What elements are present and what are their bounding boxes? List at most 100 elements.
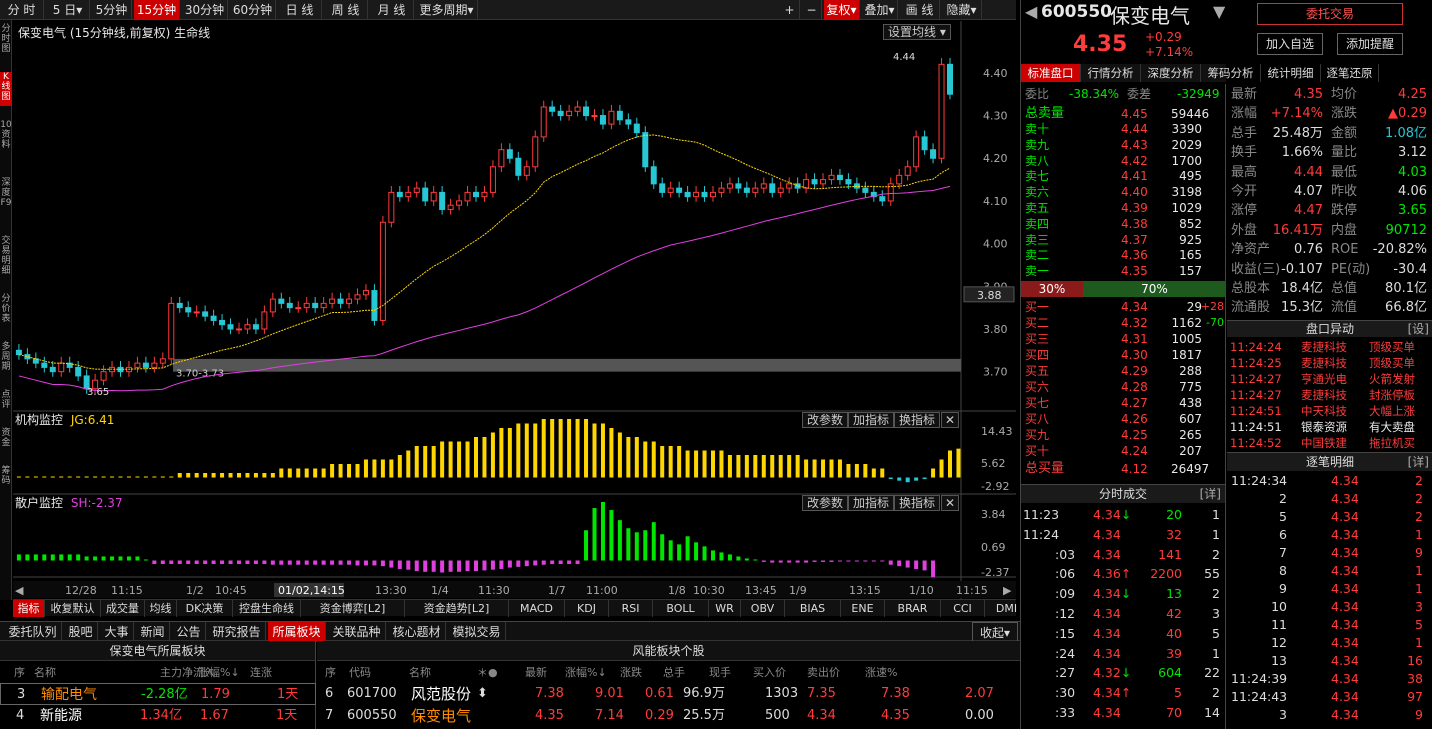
scroll-left-icon[interactable]: ◀ bbox=[15, 584, 24, 597]
left-tab-3[interactable]: 深度F9 bbox=[0, 178, 12, 222]
indicator-tab-12[interactable]: WR bbox=[709, 600, 741, 617]
period-tab-8[interactable]: 月 线 bbox=[370, 0, 414, 20]
sh-close-icon[interactable]: ✕ bbox=[941, 495, 960, 511]
period-tab-0[interactable]: 分 时 bbox=[0, 0, 44, 20]
indicator-tab-14[interactable]: BIAS bbox=[785, 600, 841, 617]
period-tab-2[interactable]: 5分钟 bbox=[92, 0, 132, 20]
indicator-tab-1[interactable]: 收复默认 bbox=[45, 600, 101, 617]
info-tab-2[interactable]: 大事 bbox=[100, 622, 134, 642]
detail-tab-5[interactable]: 逐笔还原 bbox=[1321, 64, 1379, 82]
toolbar-right-3[interactable]: 叠加▾ bbox=[862, 0, 898, 20]
ask-row[interactable]: 卖七 4.41 495 bbox=[1021, 168, 1226, 184]
sector-row[interactable]: 3 输配电气 -2.28亿 1.79 1天 bbox=[0, 683, 316, 705]
detail-tab-2[interactable]: 深度分析 bbox=[1141, 64, 1201, 82]
ask-row[interactable]: 卖八 4.42 1700 bbox=[1021, 153, 1226, 169]
jg-add-indicator-button[interactable]: 加指标 bbox=[848, 412, 895, 428]
pankou-row[interactable]: 11:24:51 银泰资源 有大卖盘 bbox=[1227, 419, 1432, 435]
indicator-tab-2[interactable]: 成交量 bbox=[101, 600, 145, 617]
indicator-tab-15[interactable]: ENE bbox=[841, 600, 885, 617]
info-tab-4[interactable]: 公告 bbox=[172, 622, 206, 642]
indicator-tab-6[interactable]: 资金博弈[L2] bbox=[301, 600, 405, 617]
collapse-button[interactable]: 收起▾ bbox=[972, 622, 1018, 642]
add-alert-button[interactable]: 添加提醒 bbox=[1337, 33, 1403, 55]
info-tab-3[interactable]: 新闻 bbox=[136, 622, 170, 642]
pankou-row[interactable]: 11:24:27 亨通光电 火箭发射 bbox=[1227, 371, 1432, 387]
bid-row[interactable]: 买十 4.24 207 bbox=[1021, 443, 1226, 459]
bid-row[interactable]: 买六 4.28 775 bbox=[1021, 379, 1226, 395]
ask-row[interactable]: 卖一 4.35 157 bbox=[1021, 263, 1226, 279]
pankou-row[interactable]: 11:24:24 麦捷科技 顶级买单 bbox=[1227, 339, 1432, 355]
pankou-settings-link[interactable]: [设] bbox=[1408, 321, 1429, 337]
period-tab-3[interactable]: 15分钟 bbox=[134, 0, 180, 20]
period-tab-7[interactable]: 周 线 bbox=[324, 0, 368, 20]
period-tab-4[interactable]: 30分钟 bbox=[182, 0, 228, 20]
next-stock-icon[interactable]: ▼ bbox=[1213, 2, 1225, 21]
info-tab-9[interactable]: 模拟交易 bbox=[448, 622, 506, 642]
ask-row[interactable]: 卖二 4.36 165 bbox=[1021, 247, 1226, 263]
info-tab-5[interactable]: 研究报告 bbox=[208, 622, 266, 642]
bid-row[interactable]: 买一 4.34 29 +28 bbox=[1021, 299, 1226, 315]
indicator-tab-17[interactable]: CCI bbox=[941, 600, 985, 617]
toolbar-right-0[interactable]: + bbox=[780, 0, 800, 20]
bid-row[interactable]: 买二 4.32 1162 -70 bbox=[1021, 315, 1226, 331]
bid-row[interactable]: 买九 4.25 265 bbox=[1021, 427, 1226, 443]
toolbar-right-1[interactable]: − bbox=[802, 0, 822, 20]
indicator-tab-4[interactable]: DK决策 bbox=[177, 600, 233, 617]
period-tab-1[interactable]: 5 日▾ bbox=[46, 0, 90, 20]
left-tab-5[interactable]: 分价表 bbox=[0, 294, 12, 328]
info-tab-7[interactable]: 关联品种 bbox=[328, 622, 386, 642]
detail-tab-3[interactable]: 筹码分析 bbox=[1201, 64, 1261, 82]
indicator-tab-5[interactable]: 控盘生命线 bbox=[233, 600, 301, 617]
indicator-tab-13[interactable]: OBV bbox=[741, 600, 785, 617]
jg-edit-params-button[interactable]: 改参数 bbox=[802, 412, 849, 428]
toolbar-right-4[interactable]: 画 线 bbox=[900, 0, 940, 20]
bid-row[interactable]: 买七 4.27 438 bbox=[1021, 395, 1226, 411]
info-tab-6[interactable]: 所属板块 bbox=[268, 622, 326, 642]
sh-switch-indicator-button[interactable]: 换指标 bbox=[894, 495, 941, 511]
left-tab-7[interactable]: 点评 bbox=[0, 390, 12, 414]
ask-row[interactable]: 卖四 4.38 852 bbox=[1021, 216, 1226, 232]
scroll-right-icon[interactable]: ▶ bbox=[1003, 584, 1012, 597]
toolbar-right-5[interactable]: 隐藏▾ bbox=[942, 0, 982, 20]
sh-edit-params-button[interactable]: 改参数 bbox=[802, 495, 849, 511]
pankou-row[interactable]: 11:24:25 麦捷科技 顶级买单 bbox=[1227, 355, 1432, 371]
period-tab-6[interactable]: 日 线 bbox=[278, 0, 322, 20]
bid-row[interactable]: 买三 4.31 1005 bbox=[1021, 331, 1226, 347]
fn-row[interactable]: 6 601700 风范股份 ⬍ 7.38 9.01 0.61 96.9万 1303 7.35 7.3… bbox=[317, 683, 1020, 705]
ask-row[interactable]: 卖三 4.37 925 bbox=[1021, 232, 1226, 248]
indicator-tab-10[interactable]: RSI bbox=[609, 600, 653, 617]
info-tab-1[interactable]: 股吧 bbox=[64, 622, 98, 642]
ask-row[interactable]: 卖六 4.40 3198 bbox=[1021, 184, 1226, 200]
left-tab-2[interactable]: 10资料 bbox=[0, 120, 12, 164]
bid-row[interactable]: 买四 4.30 1817 bbox=[1021, 347, 1226, 363]
indicator-tab-7[interactable]: 资金趋势[L2] bbox=[405, 600, 509, 617]
ask-row[interactable]: 卖九 4.43 2029 bbox=[1021, 137, 1226, 153]
pankou-row[interactable]: 11:24:51 中天科技 大幅上涨 bbox=[1227, 403, 1432, 419]
bid-row[interactable]: 买八 4.26 607 bbox=[1021, 411, 1226, 427]
detail-tab-0[interactable]: 标准盘口 bbox=[1021, 64, 1081, 82]
left-tab-0[interactable]: 分时图 bbox=[0, 24, 12, 58]
period-tab-5[interactable]: 60分钟 bbox=[230, 0, 276, 20]
ask-row[interactable]: 卖五 4.39 1029 bbox=[1021, 200, 1226, 216]
pankou-row[interactable]: 11:24:52 中国铁建 拖拉机买 bbox=[1227, 435, 1432, 451]
pankou-row[interactable]: 11:24:27 麦捷科技 封涨停板 bbox=[1227, 387, 1432, 403]
order-trade-button[interactable]: 委托交易 bbox=[1257, 3, 1403, 25]
indicator-tab-9[interactable]: KDJ bbox=[565, 600, 609, 617]
detail-tab-4[interactable]: 统计明细 bbox=[1261, 64, 1321, 82]
indicator-tab-3[interactable]: 均线 bbox=[145, 600, 177, 617]
sector-row[interactable]: 4 新能源 1.34亿 1.67 1天 bbox=[0, 705, 316, 727]
jg-switch-indicator-button[interactable]: 换指标 bbox=[894, 412, 941, 428]
jg-close-icon[interactable]: ✕ bbox=[941, 412, 960, 428]
fenshi-detail-link[interactable]: [详] bbox=[1200, 485, 1221, 503]
indicator-tab-16[interactable]: BRAR bbox=[885, 600, 941, 617]
info-tab-0[interactable]: 委托队列 bbox=[4, 622, 62, 642]
left-tab-4[interactable]: 交易明细 bbox=[0, 236, 12, 280]
left-tab-9[interactable]: 筹码 bbox=[0, 466, 12, 490]
info-tab-8[interactable]: 核心题材 bbox=[388, 622, 446, 642]
indicator-tab-11[interactable]: BOLL bbox=[653, 600, 709, 617]
detail-tab-1[interactable]: 行情分析 bbox=[1081, 64, 1141, 82]
zhubi-detail-link[interactable]: [详] bbox=[1408, 453, 1429, 471]
prev-stock-icon[interactable]: ◀ bbox=[1025, 2, 1037, 21]
period-tab-9[interactable]: 更多周期▾ bbox=[416, 0, 478, 20]
sh-add-indicator-button[interactable]: 加指标 bbox=[848, 495, 895, 511]
